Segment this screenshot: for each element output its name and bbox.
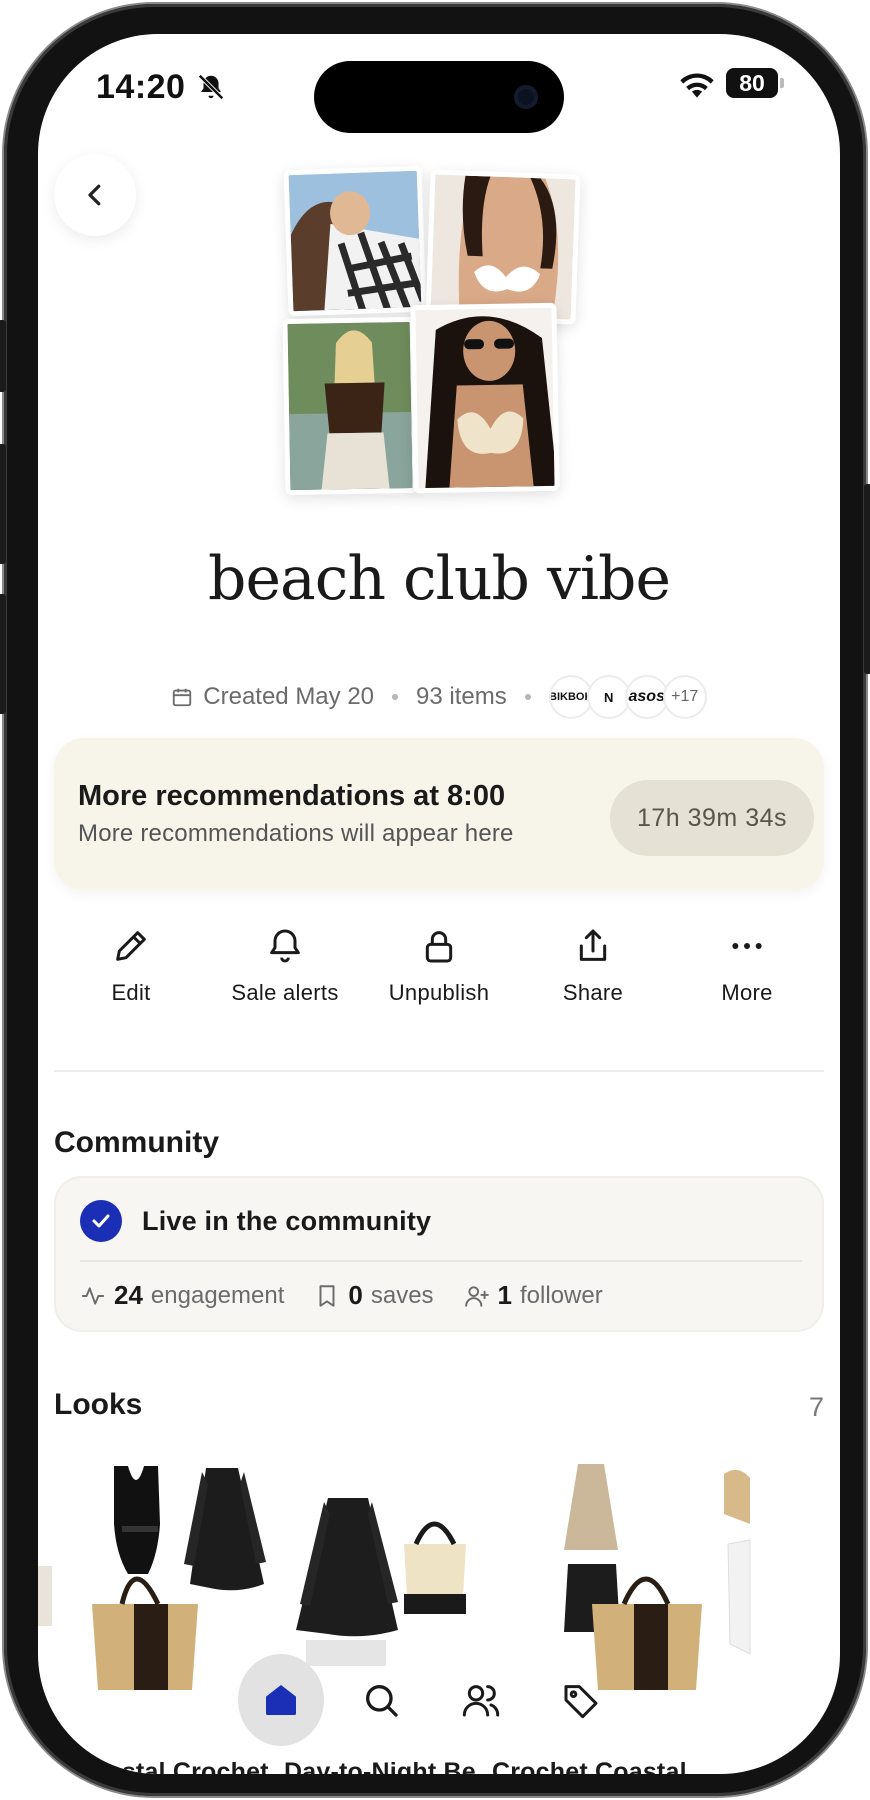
recommendations-title: More recommendations at 8:00 <box>78 780 506 812</box>
screen: 14:20 80 beach club vibe Created May 20 … <box>38 34 840 1774</box>
board-cover-collage[interactable] <box>278 154 598 524</box>
lock-icon <box>425 931 453 963</box>
engagement-stat: 24 engagement <box>80 1280 284 1311</box>
separator-dot <box>392 694 399 700</box>
sale-alerts-label: Sale alerts <box>231 980 339 1005</box>
countdown-timer: 17h 39m 34s <box>610 780 814 856</box>
community-stats: 24 engagement 0 saves 1 follower <box>80 1280 603 1311</box>
community-heading: Community <box>54 1126 219 1159</box>
engagement-value: 24 <box>114 1280 143 1310</box>
look-title[interactable]: Coastal Crochet... <box>74 1758 290 1774</box>
more-icon <box>732 943 762 949</box>
followers-stat: 1 follower <box>464 1280 603 1311</box>
unpublish-label: Unpublish <box>388 980 490 1005</box>
pencil-icon <box>116 931 146 961</box>
community-card[interactable]: Live in the community 24 engagement 0 sa… <box>54 1176 824 1332</box>
looks-count: 7 <box>808 1392 824 1422</box>
battery-cap <box>780 78 784 88</box>
chevron-left-icon <box>88 184 101 206</box>
look-title[interactable]: Crochet Coastal... <box>492 1758 708 1774</box>
home-icon <box>266 1685 296 1715</box>
brand-avatars[interactable]: BIKBOK N asos +17 <box>548 675 707 719</box>
back-button[interactable] <box>54 154 136 236</box>
edit-label: Edit <box>111 980 151 1005</box>
search-icon <box>366 1685 398 1717</box>
power-button <box>864 484 870 674</box>
looks-heading: Looks <box>54 1388 143 1421</box>
divider <box>54 1070 824 1072</box>
tab-bar <box>238 1654 638 1746</box>
saves-label: saves <box>370 1281 434 1309</box>
check-icon <box>80 1200 122 1242</box>
tab-community[interactable] <box>438 1654 524 1746</box>
bell-icon <box>270 929 300 963</box>
recommendations-banner: More recommendations at 8:00 More recomm… <box>54 738 824 890</box>
board-meta: Created May 20 93 items BIKBOK N asos +1… <box>38 672 840 722</box>
look-card-2 <box>296 1498 466 1666</box>
board-title: beach club vibe <box>208 544 671 614</box>
bookmark-icon <box>319 1284 335 1307</box>
share-button[interactable]: Share <box>516 926 670 1046</box>
engagement-label: engagement <box>150 1281 285 1309</box>
followers-label: follower <box>520 1281 603 1309</box>
bell-off-icon <box>198 74 224 100</box>
camera-icon <box>514 85 538 109</box>
saves-stat: 0 saves <box>314 1280 434 1311</box>
cover-image-4 <box>410 302 560 494</box>
tab-search[interactable] <box>338 1654 424 1746</box>
action-button <box>0 320 6 392</box>
user-plus-icon <box>464 1285 489 1307</box>
recommendations-subtitle: More recommendations will appear here <box>78 820 514 847</box>
people-icon <box>462 1685 500 1717</box>
calendar-icon <box>173 688 192 707</box>
board-actions: Edit Sale alerts Unpublish Share More <box>54 926 824 1046</box>
more-label: More <box>721 980 773 1005</box>
dynamic-island <box>314 61 564 133</box>
volume-up-button <box>0 444 6 564</box>
more-button[interactable]: More <box>670 926 824 1046</box>
share-label: Share <box>562 980 624 1005</box>
sale-alerts-button[interactable]: Sale alerts <box>208 926 362 1046</box>
saves-value: 0 <box>348 1280 363 1310</box>
status-time: 14:20 <box>96 68 186 106</box>
community-status: Live in the community <box>142 1206 432 1236</box>
item-count: 93 items <box>416 683 507 710</box>
unpublish-button[interactable]: Unpublish <box>362 926 516 1046</box>
battery-icon: 80 <box>726 68 778 98</box>
followers-value: 1 <box>497 1280 513 1310</box>
wifi-icon <box>680 73 714 98</box>
created-date: Created May 20 <box>203 683 375 710</box>
tab-home[interactable] <box>238 1654 324 1746</box>
volume-down-button <box>0 594 6 714</box>
edit-button[interactable]: Edit <box>54 926 208 1046</box>
brand-more-count: +17 <box>662 675 707 719</box>
cover-image-2 <box>425 169 581 325</box>
phone-frame: 14:20 80 beach club vibe Created May 20 … <box>0 4 870 1796</box>
look-title[interactable]: Day-to-Night Be... <box>284 1758 497 1774</box>
cover-image-3 <box>282 316 418 496</box>
activity-icon <box>82 1286 104 1305</box>
cover-image-1 <box>283 165 427 317</box>
card-divider <box>80 1260 802 1262</box>
tag-icon <box>564 1685 598 1719</box>
separator-dot <box>524 694 531 700</box>
tab-deals[interactable] <box>538 1654 624 1746</box>
share-icon <box>579 929 607 961</box>
